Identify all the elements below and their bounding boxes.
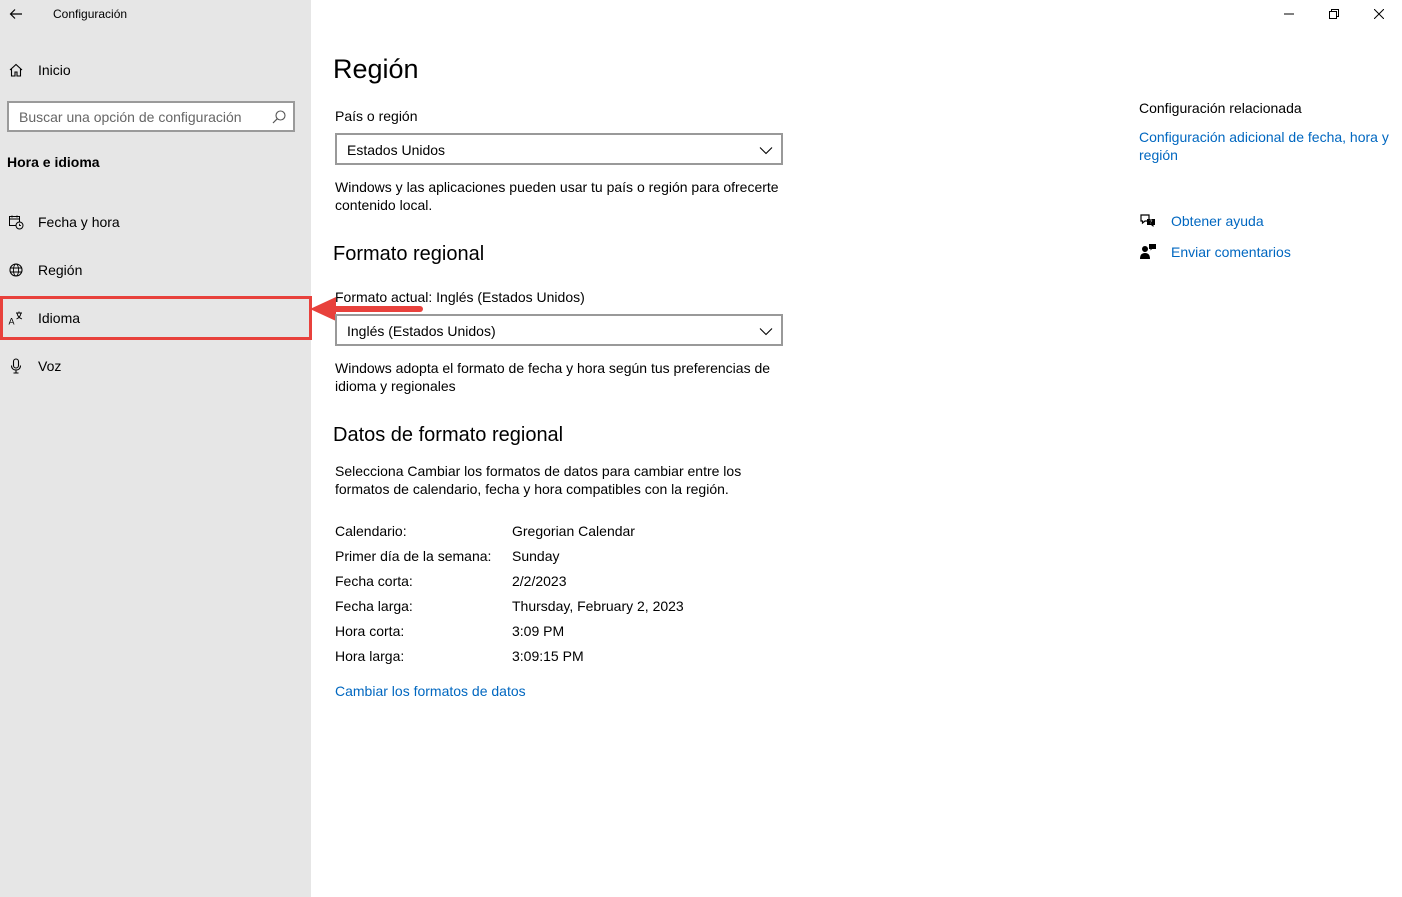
sidebar-item-date-time[interactable]: Fecha y hora xyxy=(0,202,311,242)
get-help-label: Obtener ayuda xyxy=(1171,213,1264,229)
search-icon[interactable] xyxy=(271,109,287,125)
close-icon xyxy=(1374,9,1384,19)
send-feedback-label: Enviar comentarios xyxy=(1171,244,1291,260)
country-dropdown[interactable]: Estados Unidos xyxy=(335,133,783,165)
additional-date-time-region-link[interactable]: Configuración adicional de fecha, hora y… xyxy=(1139,128,1389,164)
country-label: País o región xyxy=(335,108,418,124)
regional-format-value: Inglés (Estados Unidos) xyxy=(347,323,496,339)
microphone-icon xyxy=(7,357,25,375)
feedback-person-icon xyxy=(1139,243,1157,261)
format-row-value: Sunday xyxy=(512,548,560,564)
change-data-formats-link[interactable]: Cambiar los formatos de datos xyxy=(335,683,526,699)
sidebar-item-label: Inicio xyxy=(38,62,71,78)
svg-text:?: ? xyxy=(1150,220,1153,226)
sidebar-item-label: Región xyxy=(38,262,83,278)
format-row-key: Primer día de la semana: xyxy=(335,548,492,564)
send-feedback-link[interactable]: Enviar comentarios xyxy=(1139,241,1291,263)
format-row-key: Hora corta: xyxy=(335,623,405,639)
minimize-icon xyxy=(1284,13,1294,15)
chevron-down-icon xyxy=(759,328,773,336)
page-title: Región xyxy=(333,54,419,84)
calendar-clock-icon xyxy=(7,213,25,231)
format-row-value: 3:09:15 PM xyxy=(512,648,584,664)
sidebar: Configuración Inicio Hora e idioma Fecha… xyxy=(0,0,311,897)
chevron-down-icon xyxy=(759,147,773,155)
app-title: Configuración xyxy=(53,7,128,21)
format-row-value: 2/2/2023 xyxy=(512,573,567,589)
minimize-button[interactable] xyxy=(1266,0,1312,28)
search-box[interactable] xyxy=(7,101,295,132)
format-row-key: Hora larga: xyxy=(335,648,405,664)
sidebar-item-label: Voz xyxy=(38,358,62,374)
sidebar-item-home[interactable]: Inicio xyxy=(0,50,311,90)
maximize-button[interactable] xyxy=(1311,0,1357,28)
restore-icon xyxy=(1329,9,1339,19)
related-settings-title: Configuración relacionada xyxy=(1139,100,1302,116)
home-icon xyxy=(7,61,25,79)
sidebar-item-region[interactable]: Región xyxy=(0,250,311,290)
search-input[interactable] xyxy=(9,103,269,130)
country-description: Windows y las aplicaciones pueden usar t… xyxy=(335,179,779,213)
format-row-key: Fecha larga: xyxy=(335,598,413,614)
back-button[interactable] xyxy=(0,0,32,28)
format-row-value: 3:09 PM xyxy=(512,623,565,639)
format-row-value: Gregorian Calendar xyxy=(512,523,635,539)
globe-icon xyxy=(7,261,25,279)
format-row-key: Calendario: xyxy=(335,523,407,539)
section-title: Hora e idioma xyxy=(7,154,100,170)
format-row-key: Fecha corta: xyxy=(335,573,413,589)
help-chat-icon: ? xyxy=(1139,212,1157,230)
sidebar-item-label: Fecha y hora xyxy=(38,214,120,230)
format-data-description: Selecciona Cambiar los formatos de datos… xyxy=(335,463,742,497)
get-help-link[interactable]: ? Obtener ayuda xyxy=(1139,210,1264,232)
close-button[interactable] xyxy=(1356,0,1402,28)
sidebar-item-voice[interactable]: Voz xyxy=(0,346,311,386)
highlight-annotation xyxy=(0,296,312,340)
regional-format-dropdown[interactable]: Inglés (Estados Unidos) xyxy=(335,314,783,346)
current-format-label: Formato actual: Inglés (Estados Unidos) xyxy=(335,289,585,305)
format-row-value: Thursday, February 2, 2023 xyxy=(512,598,684,614)
back-arrow-icon xyxy=(9,9,22,19)
regional-format-description: Windows adopta el formato de fecha y hor… xyxy=(335,360,771,394)
regional-format-title: Formato regional xyxy=(333,243,485,265)
country-value: Estados Unidos xyxy=(347,142,446,158)
format-data-title: Datos de formato regional xyxy=(333,424,564,446)
